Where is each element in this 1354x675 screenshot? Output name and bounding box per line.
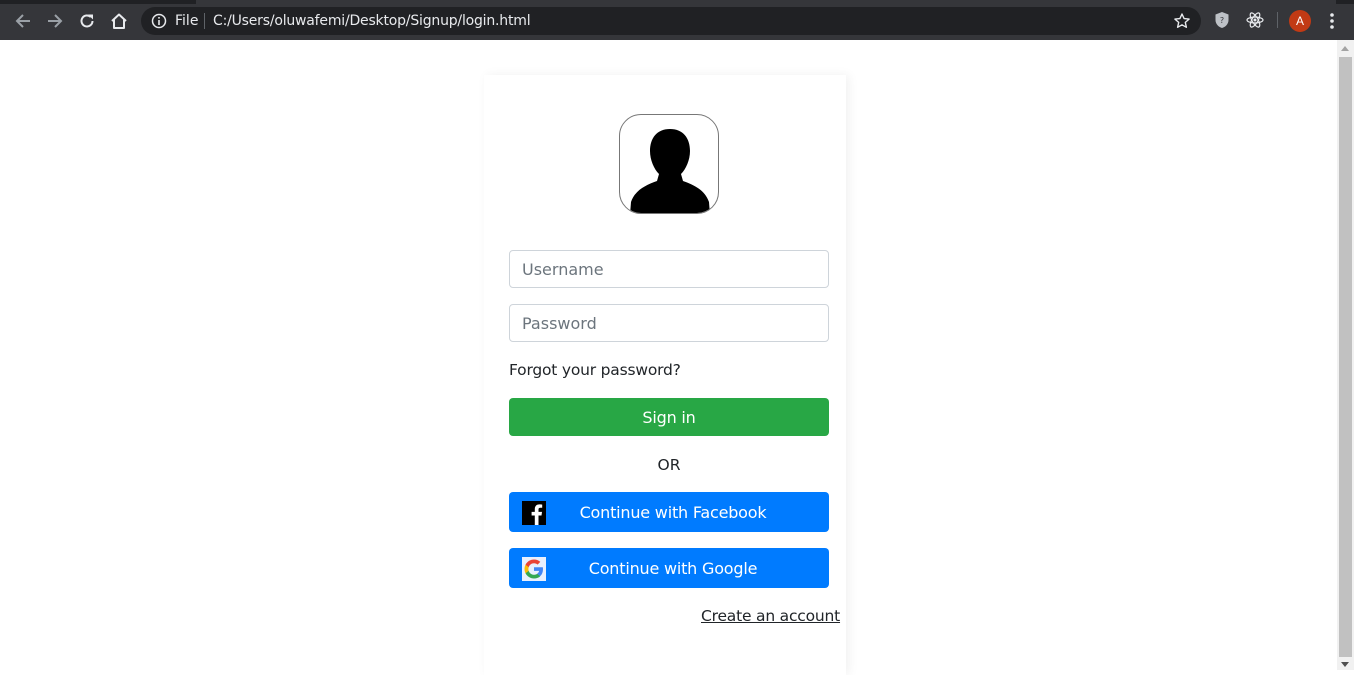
browser-toolbar: File C:/Users/oluwafemi/Desktop/Signup/l…	[0, 0, 1354, 40]
url-text[interactable]: C:/Users/oluwafemi/Desktop/Signup/login.…	[213, 13, 531, 29]
star-icon[interactable]	[1173, 12, 1191, 30]
back-button[interactable]	[10, 8, 36, 34]
home-button[interactable]	[106, 8, 132, 34]
facebook-icon	[522, 501, 546, 525]
back-arrow-icon	[15, 14, 30, 28]
scroll-up-arrow[interactable]	[1341, 46, 1349, 51]
scrollbar-thumb[interactable]	[1339, 57, 1352, 657]
reload-button[interactable]	[74, 8, 100, 34]
forward-button[interactable]	[42, 8, 68, 34]
page-viewport: Forgot your password? Sign in OR Continu…	[0, 40, 1337, 675]
user-silhouette-icon	[630, 129, 710, 213]
password-input[interactable]	[509, 304, 829, 342]
profile-avatar[interactable]: A	[1289, 10, 1311, 32]
profile-image	[619, 114, 719, 214]
info-icon[interactable]	[151, 13, 167, 29]
google-label: Continue with Google	[588, 558, 758, 578]
active-tab[interactable]	[196, 0, 1336, 4]
scheme-label: File	[175, 13, 199, 29]
tab-strip	[0, 0, 1354, 4]
svg-text:?: ?	[1220, 16, 1224, 25]
sign-in-button[interactable]: Sign in	[509, 398, 829, 436]
facebook-label: Continue with Facebook	[579, 502, 767, 522]
address-bar[interactable]: File C:/Users/oluwafemi/Desktop/Signup/l…	[141, 7, 1201, 35]
vertical-scrollbar[interactable]	[1337, 40, 1354, 670]
more-vert-icon[interactable]	[1324, 11, 1340, 31]
sign-in-label: Sign in	[642, 407, 696, 427]
reload-icon	[80, 14, 94, 28]
home-icon	[111, 13, 127, 29]
extension-shield[interactable]: ?	[1212, 10, 1232, 30]
username-input[interactable]	[509, 250, 829, 288]
create-account-link[interactable]: Create an account	[701, 607, 840, 625]
toolbar-divider	[1277, 12, 1278, 28]
scroll-down-arrow[interactable]	[1341, 662, 1349, 667]
shield-icon: ?	[1215, 12, 1229, 28]
forward-arrow-icon	[48, 14, 63, 28]
forgot-password-link[interactable]: Forgot your password?	[509, 361, 681, 379]
continue-with-google-button[interactable]: Continue with Google	[509, 548, 829, 588]
continue-with-facebook-button[interactable]: Continue with Facebook	[509, 492, 829, 532]
google-icon	[522, 557, 546, 581]
react-icon	[1246, 12, 1264, 28]
extension-react[interactable]	[1245, 10, 1265, 30]
or-divider-text: OR	[657, 456, 681, 474]
address-separator	[204, 13, 205, 29]
